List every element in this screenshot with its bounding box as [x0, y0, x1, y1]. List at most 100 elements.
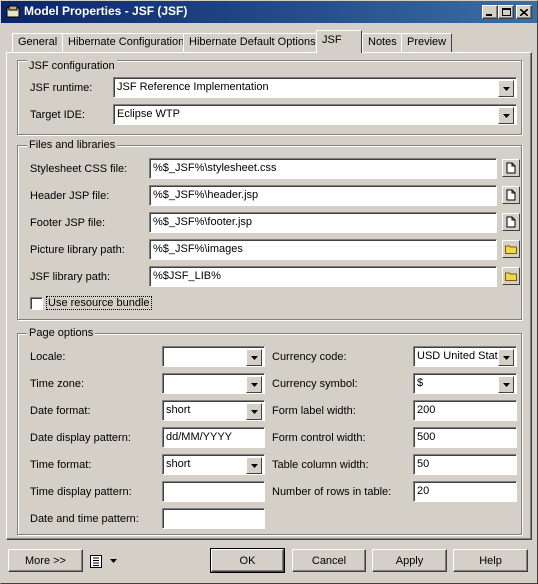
- stylesheet-input[interactable]: %$_JSF%\stylesheet.css: [149, 158, 497, 179]
- currency-symbol-label: Currency symbol:: [272, 378, 358, 390]
- window-title: Model Properties - JSF (JSF): [24, 4, 188, 18]
- browse-file-button[interactable]: [502, 159, 520, 177]
- target-ide-select[interactable]: Eclipse WTP: [113, 104, 517, 125]
- button-label: OK: [239, 554, 256, 567]
- dropdown-button[interactable]: [498, 80, 514, 97]
- jsf-runtime-select[interactable]: JSF Reference Implementation: [113, 77, 517, 98]
- minimize-icon: [486, 13, 492, 16]
- jsf-library-label: JSF library path:: [30, 271, 111, 283]
- browse-folder-button[interactable]: [502, 267, 520, 285]
- select-value: $: [417, 377, 424, 389]
- ok-button[interactable]: OK: [210, 548, 285, 573]
- picture-library-input[interactable]: %$_JSF%\images: [149, 239, 497, 260]
- time-display-pattern-input[interactable]: [162, 481, 265, 502]
- table-column-width-label: Table column width:: [272, 459, 369, 471]
- dropdown-button[interactable]: [246, 376, 262, 393]
- time-format-select[interactable]: short: [162, 454, 265, 475]
- button-label: Help: [479, 554, 502, 567]
- folder-icon: [505, 245, 517, 254]
- input-value: %$_JSF%\header.jsp: [153, 189, 259, 201]
- browse-file-button[interactable]: [502, 213, 520, 231]
- browse-folder-button[interactable]: [502, 240, 520, 258]
- tab-general[interactable]: General: [12, 33, 64, 52]
- chevron-down-icon: [250, 409, 258, 414]
- file-icon: [506, 162, 516, 174]
- button-label: More >>: [25, 554, 66, 567]
- currency-code-select[interactable]: USD United States: [413, 346, 517, 367]
- cancel-button[interactable]: Cancel: [292, 549, 366, 572]
- date-format-select[interactable]: short: [162, 400, 265, 421]
- use-resource-bundle-checkbox[interactable]: [30, 297, 43, 310]
- date-format-label: Date format:: [30, 405, 91, 417]
- file-icon: [506, 189, 516, 201]
- date-display-pattern-input[interactable]: dd/MM/YYYY: [162, 427, 265, 448]
- input-value: %$_JSF%\images: [153, 243, 243, 255]
- folder-icon: [505, 272, 517, 281]
- chevron-down-icon: [110, 559, 117, 563]
- maximize-button[interactable]: [498, 5, 514, 19]
- use-resource-bundle-label[interactable]: Use resource bundle: [46, 296, 152, 310]
- picture-library-label: Picture library path:: [30, 244, 125, 256]
- tab-hibernate-configuration[interactable]: Hibernate Configuration: [62, 33, 191, 52]
- help-button[interactable]: Help: [453, 549, 528, 572]
- target-ide-label: Target IDE:: [30, 109, 86, 121]
- time-zone-select[interactable]: [162, 373, 265, 394]
- input-value: 200: [417, 404, 436, 416]
- title-bar[interactable]: Model Properties - JSF (JSF): [0, 0, 538, 24]
- select-value: short: [166, 404, 191, 416]
- tab-hibernate-default-options[interactable]: Hibernate Default Options: [183, 33, 322, 52]
- footer-jsp-label: Footer JSP file:: [30, 217, 105, 229]
- input-value: 50: [417, 458, 430, 470]
- input-value: 20: [417, 485, 430, 497]
- dropdown-button[interactable]: [246, 349, 262, 366]
- group-legend: Page options: [27, 327, 96, 339]
- input-value: dd/MM/YYYY: [166, 431, 233, 443]
- tab-label: JSF: [322, 34, 342, 46]
- header-jsp-input[interactable]: %$_JSF%\header.jsp: [149, 185, 497, 206]
- dropdown-button[interactable]: [246, 403, 262, 420]
- chevron-down-icon: [250, 463, 258, 468]
- locale-select[interactable]: [162, 346, 265, 367]
- form-control-width-label: Form control width:: [272, 432, 366, 444]
- tab-jsf[interactable]: JSF: [316, 30, 362, 53]
- select-value: JSF Reference Implementation: [117, 81, 269, 93]
- model-icon: [6, 5, 20, 18]
- select-value: short: [166, 458, 191, 470]
- currency-symbol-select[interactable]: $: [413, 373, 517, 394]
- time-display-pattern-label: Time display pattern:: [30, 486, 132, 498]
- minimize-button[interactable]: [482, 5, 498, 19]
- input-value: %$_JSF%\stylesheet.css: [153, 162, 277, 174]
- input-value: %$JSF_LIB%: [153, 270, 221, 282]
- more-button[interactable]: More >>: [8, 549, 83, 572]
- header-jsp-label: Header JSP file:: [30, 190, 110, 202]
- select-value: Eclipse WTP: [117, 108, 180, 120]
- dropdown-button[interactable]: [246, 457, 262, 474]
- form-control-width-input[interactable]: 500: [413, 427, 517, 448]
- tab-label: General: [18, 36, 58, 48]
- close-button[interactable]: [516, 5, 532, 19]
- rows-in-table-input[interactable]: 20: [413, 481, 517, 502]
- dropdown-button[interactable]: [498, 349, 514, 366]
- locale-label: Locale:: [30, 351, 66, 363]
- chevron-down-icon: [502, 113, 510, 118]
- tab-notes[interactable]: Notes: [362, 33, 403, 52]
- tab-label: Hibernate Configuration: [68, 36, 185, 48]
- tab-preview[interactable]: Preview: [401, 33, 453, 52]
- file-icon: [506, 216, 516, 228]
- chevron-down-icon: [250, 355, 258, 360]
- date-time-pattern-input[interactable]: [162, 508, 265, 529]
- dropdown-button[interactable]: [498, 376, 514, 393]
- jsf-library-input[interactable]: %$JSF_LIB%: [149, 266, 497, 287]
- tab-label: Preview: [407, 36, 447, 48]
- footer-jsp-input[interactable]: %$_JSF%\footer.jsp: [149, 212, 497, 233]
- form-label-width-input[interactable]: 200: [413, 400, 517, 421]
- select-value: USD United States: [417, 350, 510, 362]
- view-menu-button[interactable]: [90, 553, 124, 569]
- form-label-width-label: Form label width:: [272, 405, 356, 417]
- browse-file-button[interactable]: [502, 186, 520, 204]
- dropdown-button[interactable]: [498, 107, 514, 124]
- chevron-down-icon: [502, 355, 510, 360]
- apply-button[interactable]: Apply: [372, 549, 447, 572]
- date-display-pattern-label: Date display pattern:: [30, 432, 131, 444]
- table-column-width-input[interactable]: 50: [413, 454, 517, 475]
